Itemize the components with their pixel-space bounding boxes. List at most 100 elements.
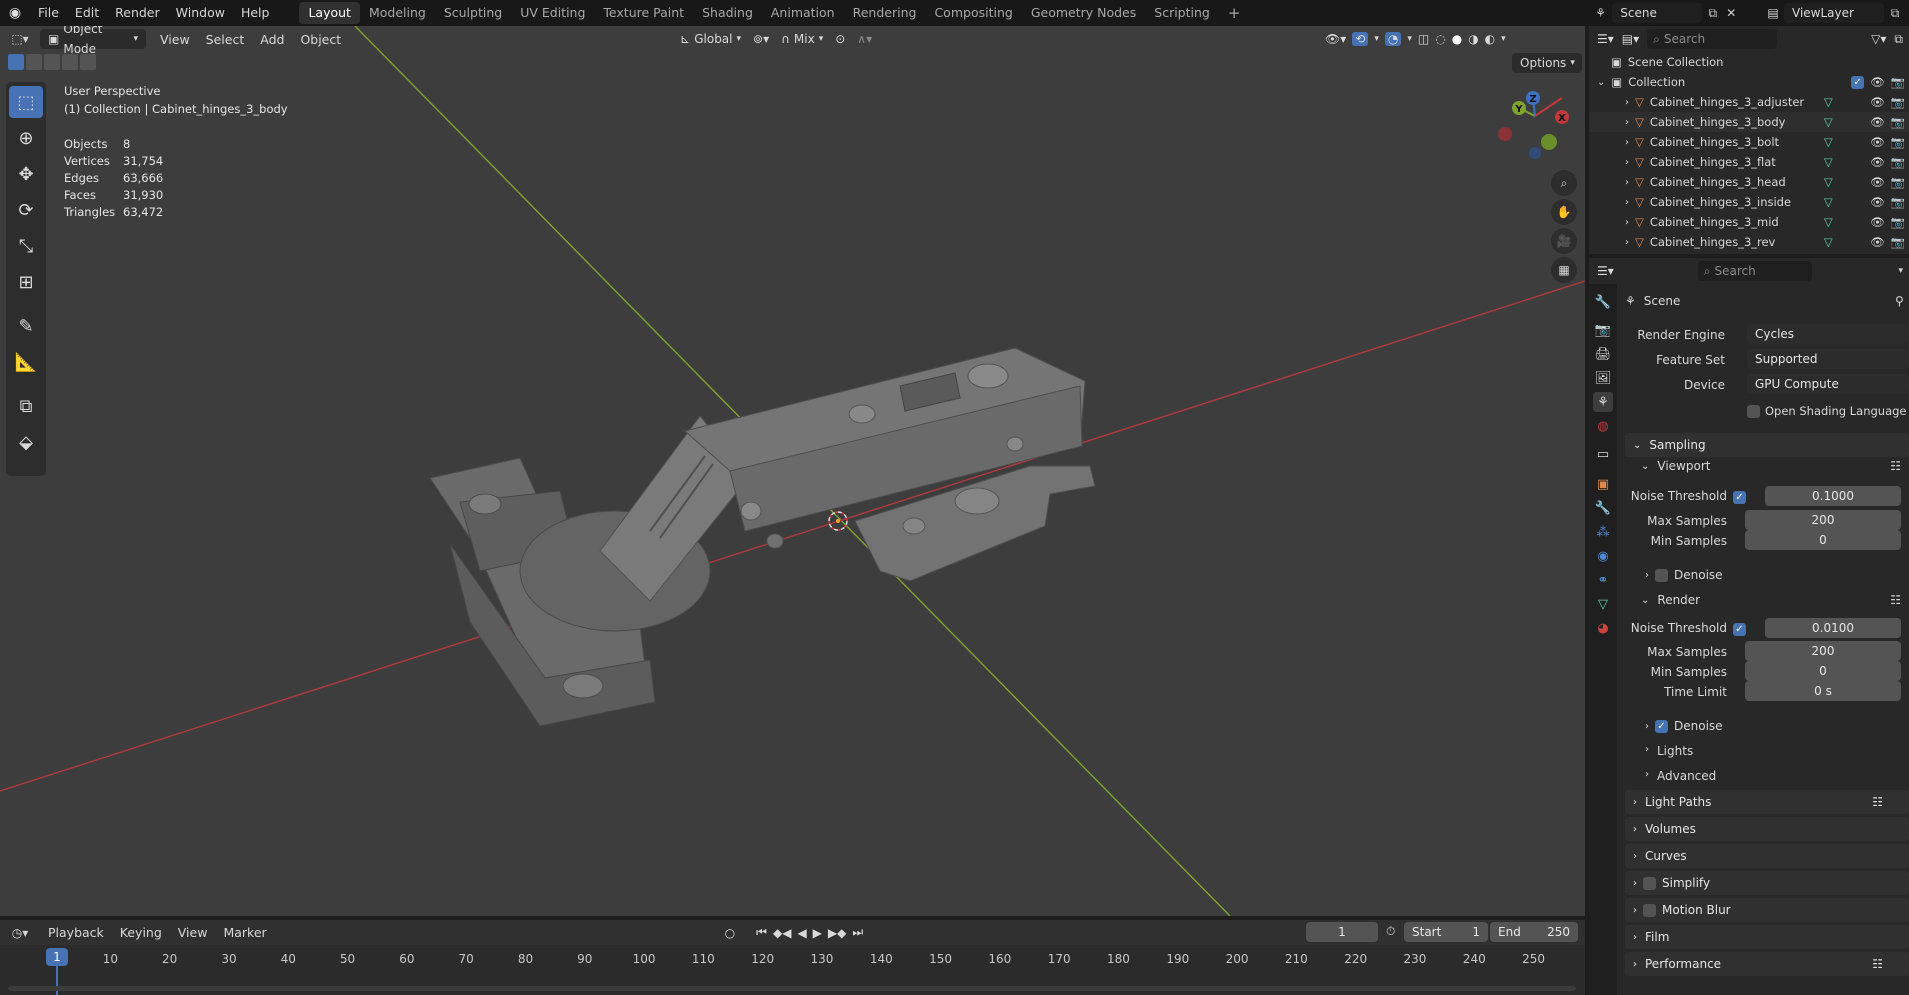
chevron-right-icon[interactable]: › <box>1625 177 1629 188</box>
proportional-edit-icon[interactable]: ⊙ <box>829 32 851 46</box>
render-noise-threshold-field[interactable]: 0.0100 <box>1765 618 1901 638</box>
material-tab-icon[interactable]: ◕ <box>1593 618 1613 638</box>
rotate-tool-button[interactable]: ⟳ <box>9 194 43 226</box>
performance-section[interactable]: › Performance ☷ <box>1625 952 1909 976</box>
eye-icon[interactable]: 👁 <box>1870 95 1885 109</box>
constraints-tab-icon[interactable]: ⚭ <box>1593 570 1613 590</box>
tab-rendering[interactable]: Rendering <box>844 2 926 24</box>
scene-selector[interactable]: ⚘ Scene ⧉ ✕ <box>1589 2 1739 24</box>
pan-hand-icon[interactable]: ✋ <box>1551 199 1577 225</box>
menu-edit[interactable]: Edit <box>67 2 107 24</box>
pivot-point-icon[interactable]: ⊚▾ <box>747 32 775 46</box>
eye-icon[interactable]: 👁 <box>1870 155 1885 169</box>
select-box-invert-icon[interactable] <box>62 54 78 70</box>
tool-tab-icon[interactable]: 🔧 <box>1593 292 1613 312</box>
new-view-layer-icon[interactable]: ⧉ <box>1884 6 1906 21</box>
editor-type-icon[interactable]: ☰▾ <box>1597 264 1614 278</box>
scene-name-field[interactable]: Scene <box>1612 3 1703 23</box>
camera-icon[interactable]: 📷 <box>1891 155 1905 169</box>
pin-icon[interactable]: ⚲ <box>1895 294 1904 308</box>
menu-view[interactable]: View <box>152 32 198 47</box>
eye-icon[interactable]: 👁 <box>1870 235 1885 249</box>
chevron-down-icon[interactable]: ▾ <box>1898 266 1903 276</box>
camera-icon[interactable]: 📷 <box>1891 115 1905 129</box>
object-tab-icon[interactable]: ▣ <box>1593 474 1613 494</box>
auto-keying-icon[interactable]: ○ <box>725 926 735 940</box>
end-frame-field[interactable]: End 250 <box>1490 922 1578 942</box>
options-button[interactable]: Options ▾ <box>1512 53 1582 73</box>
select-box-extend-icon[interactable] <box>26 54 42 70</box>
outliner-object-row[interactable]: › ▽ Cabinet_hinges_3_rev ▽ 👁 📷 <box>1589 232 1909 252</box>
simplify-section[interactable]: › Simplify <box>1625 871 1909 895</box>
editor-type-icon[interactable]: ☰▾ <box>1597 32 1614 46</box>
scale-tool-button[interactable]: ⤡ <box>9 230 43 262</box>
select-tool-button[interactable]: ⬚ <box>9 86 43 118</box>
chevron-right-icon[interactable]: › <box>1625 217 1629 228</box>
tab-shading[interactable]: Shading <box>693 2 762 24</box>
camera-icon[interactable]: 📷 <box>1891 195 1905 209</box>
outliner-object-row[interactable]: › ▽ Cabinet_hinges_3_bolt ▽ 👁 📷 <box>1589 132 1909 152</box>
overlays-icon[interactable]: ◔ <box>1384 32 1402 46</box>
render-denoise-row[interactable]: › ✓ Denoise <box>1645 719 1723 733</box>
select-box-subtract-icon[interactable] <box>44 54 60 70</box>
3d-viewport[interactable]: X Y Z ⬚▾ ▣ Object Mode ▾ View Select Add… <box>0 26 1585 916</box>
simplify-checkbox[interactable] <box>1643 876 1656 890</box>
camera-icon[interactable]: 📷 <box>1891 135 1905 149</box>
play-icon[interactable]: ▶ <box>810 926 825 940</box>
collection-row[interactable]: ⌄ ▣ Collection ✓ 👁 📷 <box>1589 72 1909 92</box>
add-object-tool-button[interactable]: ⬙ <box>9 426 43 458</box>
particles-tab-icon[interactable]: ⁂ <box>1593 522 1613 542</box>
camera-icon[interactable]: 📷 <box>1891 175 1905 189</box>
render-engine-dropdown[interactable]: Cycles <box>1747 324 1909 344</box>
curves-section[interactable]: › Curves <box>1625 844 1909 868</box>
modifier-tab-icon[interactable]: 🔧 <box>1593 498 1613 518</box>
new-collection-icon[interactable]: ⧉ <box>1894 32 1903 47</box>
advanced-subsection[interactable]: › Advanced <box>1645 769 1716 783</box>
list-icon[interactable]: ☷ <box>1872 795 1883 809</box>
lights-subsection[interactable]: › Lights <box>1645 744 1693 758</box>
film-section[interactable]: › Film <box>1625 925 1909 949</box>
tab-uv-editing[interactable]: UV Editing <box>511 2 594 24</box>
chevron-down-icon[interactable]: ⌄ <box>1597 77 1605 88</box>
jump-start-icon[interactable]: ⏮ <box>753 925 770 940</box>
feature-set-dropdown[interactable]: Supported <box>1747 349 1909 369</box>
move-tool-button[interactable]: ✥ <box>9 158 43 190</box>
menu-file[interactable]: File <box>30 2 67 24</box>
render-max-samples-field[interactable]: 200 <box>1745 641 1901 661</box>
cursor-tool-button[interactable]: ⊕ <box>9 122 43 154</box>
annotate-tool-button[interactable]: ✎ <box>9 310 43 342</box>
chevron-right-icon[interactable]: › <box>1625 97 1629 108</box>
chevron-down-icon[interactable]: ▾ <box>1407 34 1412 44</box>
render-denoise-checkbox[interactable]: ✓ <box>1655 719 1668 733</box>
menu-select[interactable]: Select <box>198 32 253 47</box>
light-paths-section[interactable]: › Light Paths ☷ <box>1625 790 1909 814</box>
zoom-icon[interactable]: ⌕ <box>1551 170 1577 196</box>
volumes-section[interactable]: › Volumes <box>1625 817 1909 841</box>
motion-blur-section[interactable]: › Motion Blur <box>1625 898 1909 922</box>
outliner-object-row[interactable]: › ▽ Cabinet_hinges_3_inside ▽ 👁 📷 <box>1589 192 1909 212</box>
viewport-subsection[interactable]: ⌄ Viewport ☷ <box>1641 459 1901 473</box>
jump-end-icon[interactable]: ⏭ <box>849 925 866 940</box>
render-min-samples-field[interactable]: 0 <box>1745 661 1901 681</box>
tab-compositing[interactable]: Compositing <box>925 2 1021 24</box>
tab-geometry-nodes[interactable]: Geometry Nodes <box>1022 2 1145 24</box>
collection-exclude-checkbox[interactable]: ✓ <box>1851 75 1865 89</box>
osl-row[interactable]: Open Shading Language <box>1747 404 1907 418</box>
tab-layout[interactable]: Layout <box>299 2 360 24</box>
time-limit-field[interactable]: 0 s <box>1745 681 1901 701</box>
render-noise-threshold-checkbox[interactable]: ✓ <box>1733 623 1746 636</box>
add-workspace-button[interactable]: + <box>1219 2 1250 24</box>
playhead[interactable]: 1 <box>46 948 68 966</box>
visibility-icon[interactable]: 👁▾ <box>1325 32 1346 46</box>
camera-icon[interactable]: 📷 <box>1891 215 1905 229</box>
viewport-scene[interactable]: X Y Z <box>0 26 1585 916</box>
transform-orientation-dropdown[interactable]: ⊾ Global ▾ <box>674 32 747 46</box>
chevron-down-icon[interactable]: ▾ <box>1374 34 1379 44</box>
menu-object[interactable]: Object <box>292 32 349 47</box>
eye-icon[interactable]: 👁 <box>1870 175 1885 189</box>
chevron-right-icon[interactable]: › <box>1625 117 1629 128</box>
chevron-down-icon[interactable]: ▾ <box>1501 34 1506 44</box>
chevron-right-icon[interactable]: › <box>1625 237 1629 248</box>
list-icon[interactable]: ☷ <box>1890 593 1901 607</box>
eye-icon[interactable]: 👁 <box>1870 75 1885 89</box>
